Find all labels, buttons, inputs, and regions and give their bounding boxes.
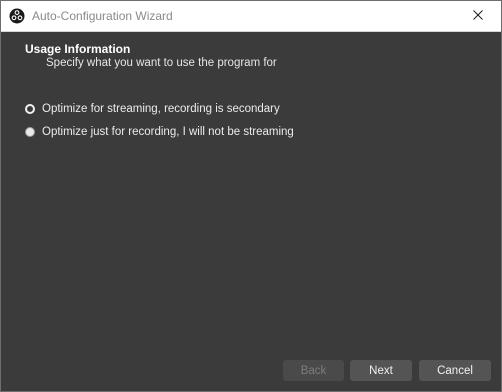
close-button[interactable] (455, 1, 501, 31)
radio-label: Optimize for streaming, recording is sec… (42, 103, 280, 115)
radio-button-checked[interactable] (25, 104, 35, 114)
radio-button-unchecked[interactable] (25, 127, 35, 137)
page-subtitle: Specify what you want to use the program… (46, 57, 277, 69)
back-button[interactable]: Back (283, 360, 344, 381)
window-title: Auto-Configuration Wizard (32, 9, 173, 23)
close-icon (473, 7, 483, 25)
obs-logo-icon (9, 8, 25, 24)
title-bar[interactable]: Auto-Configuration Wizard (1, 1, 501, 32)
page-title: Usage Information (25, 42, 131, 56)
wizard-window: Auto-Configuration Wizard Usage Informat… (0, 0, 502, 392)
radio-optimize-recording[interactable]: Optimize just for recording, I will not … (25, 123, 294, 141)
next-button[interactable]: Next (350, 360, 412, 381)
radio-label: Optimize just for recording, I will not … (42, 126, 294, 138)
cancel-button[interactable]: Cancel (419, 360, 491, 381)
radio-optimize-streaming[interactable]: Optimize for streaming, recording is sec… (25, 100, 280, 118)
